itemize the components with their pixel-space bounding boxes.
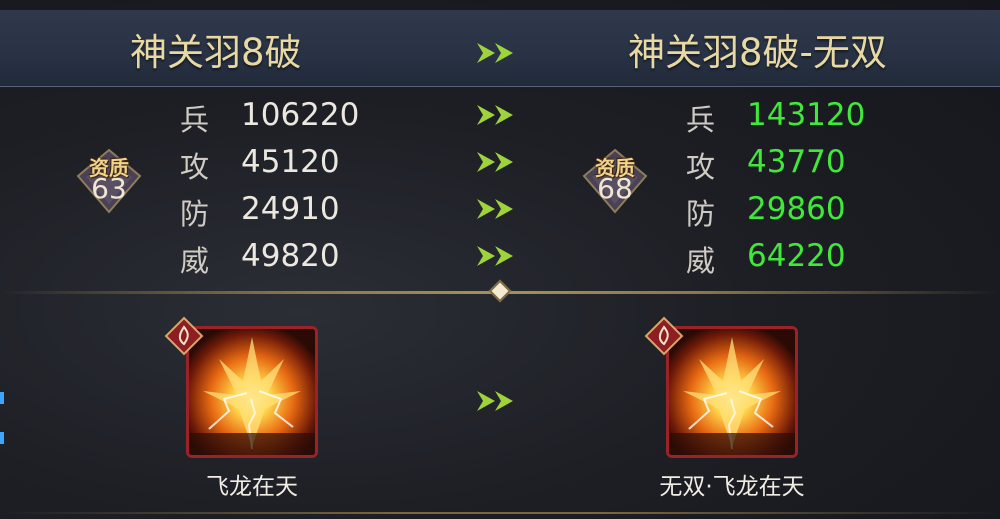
stat-arrow-icon — [475, 198, 521, 220]
stat-value-might-right: 64220 — [747, 238, 846, 274]
flame-icon — [644, 316, 684, 356]
fire-burst-icon — [189, 329, 315, 455]
edge-indicator — [0, 392, 4, 404]
stat-value-attack-left: 45120 — [241, 144, 340, 180]
stat-label-attack: 攻 — [180, 150, 210, 184]
stat-label-might: 威 — [180, 244, 210, 278]
stat-arrow-icon — [475, 151, 521, 173]
skill-icon-right[interactable] — [666, 326, 798, 458]
skill-icon-left[interactable] — [186, 326, 318, 458]
quality-value-right: 68 — [597, 172, 633, 205]
skill-arrow-icon — [475, 390, 521, 412]
stat-label-might: 威 — [686, 244, 716, 278]
stat-label-troops: 兵 — [180, 103, 210, 137]
quality-badge-right: 资质 68 — [580, 146, 650, 216]
fire-burst-icon — [669, 329, 795, 455]
stat-label-defense: 防 — [180, 197, 210, 231]
stat-value-attack-right: 43770 — [747, 144, 846, 180]
divider-gem-icon — [488, 279, 512, 303]
quality-value-left: 63 — [91, 172, 127, 205]
stat-label-defense: 防 — [686, 197, 716, 231]
stat-value-might-left: 49820 — [241, 238, 340, 274]
flame-icon — [164, 316, 204, 356]
stat-arrow-icon — [475, 245, 521, 267]
title-arrow-icon — [475, 42, 521, 64]
current-hero-title: 神关羽8破 — [130, 31, 302, 74]
bottom-divider — [0, 512, 1000, 514]
stat-value-defense-right: 29860 — [747, 191, 846, 227]
stat-value-troops-right: 143120 — [747, 97, 866, 133]
skill-name-left: 飞龙在天 — [206, 474, 298, 500]
stat-arrow-icon — [475, 104, 521, 126]
skill-name-right: 无双·飞龙在天 — [659, 474, 805, 500]
stat-value-troops-left: 106220 — [241, 97, 360, 133]
stat-value-defense-left: 24910 — [241, 191, 340, 227]
stat-label-attack: 攻 — [686, 150, 716, 184]
edge-indicator — [0, 432, 4, 444]
stat-label-troops: 兵 — [686, 103, 716, 137]
upgraded-hero-title: 神关羽8破-无双 — [628, 31, 887, 74]
quality-badge-left: 资质 63 — [74, 146, 144, 216]
